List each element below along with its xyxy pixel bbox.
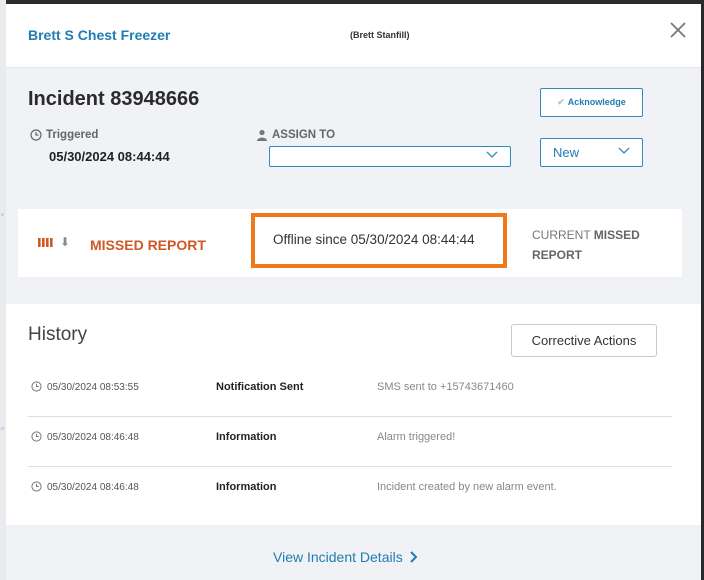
clock-icon xyxy=(31,381,42,392)
current-state-bold: MISSED xyxy=(593,228,640,242)
chevron-right-icon xyxy=(409,551,418,563)
triggered-time: 05/30/2024 08:44:44 xyxy=(49,149,170,164)
acknowledge-label: Acknowledge xyxy=(567,97,626,107)
device-owner: (Brett Stanfill) xyxy=(350,30,410,40)
history-title: History xyxy=(28,324,88,345)
chevron-down-icon xyxy=(618,147,630,154)
status-select[interactable]: New xyxy=(540,138,643,167)
current-state-suffix: REPORT xyxy=(532,248,583,262)
assign-to-select[interactable] xyxy=(269,146,511,167)
triggered-label: Triggered xyxy=(30,129,98,141)
history-row: 05/30/2024 08:46:48 Information Incident… xyxy=(28,467,672,516)
alarm-type: MISSED REPORT xyxy=(90,237,206,253)
offline-highlight: Offline since 05/30/2024 08:44:44 xyxy=(251,213,507,268)
history-timestamp: 05/30/2024 08:53:55 xyxy=(47,382,139,393)
close-button[interactable] xyxy=(666,18,690,42)
acknowledge-button[interactable]: ✔ Acknowledge xyxy=(540,88,643,117)
incident-summary: Incident 83948666 Triggered 05/30/2024 0… xyxy=(6,68,701,188)
corrective-actions-button[interactable]: Corrective Actions xyxy=(511,324,657,357)
history-type: Information xyxy=(216,431,277,443)
status-value: New xyxy=(553,145,580,160)
chevron-down-icon xyxy=(486,151,498,158)
view-incident-details-label: View Incident Details xyxy=(273,549,403,565)
history-timestamp: 05/30/2024 08:46:48 xyxy=(47,482,139,493)
history-section: History Corrective Actions 05/30/2024 08… xyxy=(6,304,701,525)
history-message: SMS sent to +15743671460 xyxy=(377,381,514,393)
clock-icon xyxy=(31,481,42,492)
view-incident-details-link[interactable]: View Incident Details xyxy=(273,549,419,565)
incident-modal: Brett S Chest Freezer (Brett Stanfill) I… xyxy=(6,4,701,580)
arrow-down-icon: ⬇ xyxy=(60,235,71,249)
history-type: Information xyxy=(216,481,277,493)
history-timestamp: 05/30/2024 08:46:48 xyxy=(47,432,139,443)
backdrop-mark xyxy=(1,427,4,430)
close-icon xyxy=(670,22,686,38)
history-row: 05/30/2024 08:53:55 Notification Sent SM… xyxy=(28,367,672,417)
offline-since: Offline since 05/30/2024 08:44:44 xyxy=(273,232,475,247)
current-state: CURRENT MISSED REPORT xyxy=(532,225,662,265)
triggered-label-text: Triggered xyxy=(46,129,99,141)
incident-title: Incident 83948666 xyxy=(28,88,200,110)
signal-bars-icon xyxy=(38,238,53,247)
backdrop-mark xyxy=(1,213,4,216)
history-row: 05/30/2024 08:46:48 Information Alarm tr… xyxy=(28,417,672,467)
device-name[interactable]: Brett S Chest Freezer xyxy=(28,27,170,43)
user-icon xyxy=(257,129,267,141)
current-state-prefix: CURRENT xyxy=(532,228,591,242)
clock-icon xyxy=(30,129,42,141)
modal-footer: View Incident Details xyxy=(6,525,701,580)
history-message: Alarm triggered! xyxy=(377,431,456,443)
history-type: Notification Sent xyxy=(216,381,304,393)
assign-to-label: ASSIGN TO xyxy=(256,129,335,141)
check-icon: ✔ xyxy=(557,97,565,107)
assign-to-label-text: ASSIGN TO xyxy=(272,129,336,141)
alarm-status-panel: ⬇ MISSED REPORT Offline since 05/30/2024… xyxy=(18,209,682,277)
clock-icon xyxy=(31,431,42,442)
modal-header: Brett S Chest Freezer (Brett Stanfill) xyxy=(6,4,701,68)
history-message: Incident created by new alarm event. xyxy=(377,481,557,493)
